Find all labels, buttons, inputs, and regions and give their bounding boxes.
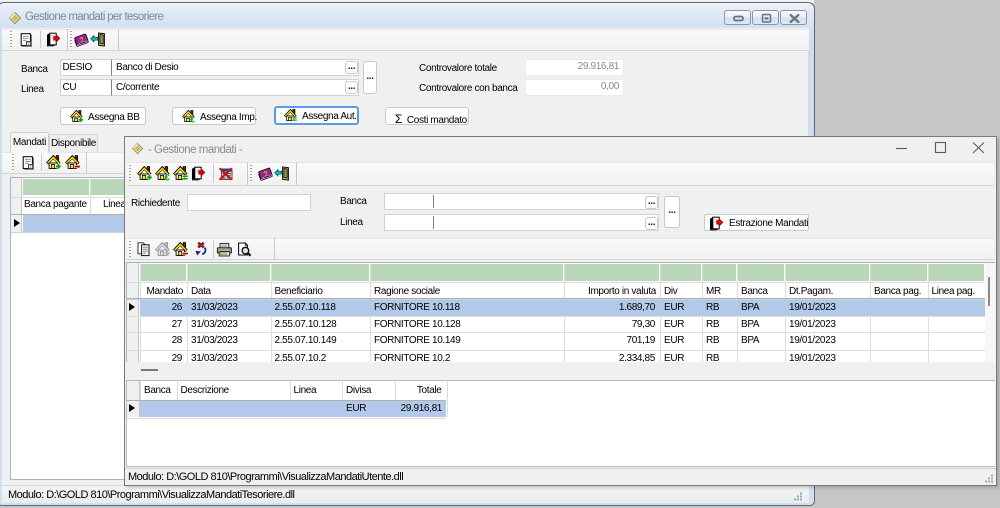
svg-text:€: € [190,116,195,123]
svg-text:€: € [164,173,170,181]
